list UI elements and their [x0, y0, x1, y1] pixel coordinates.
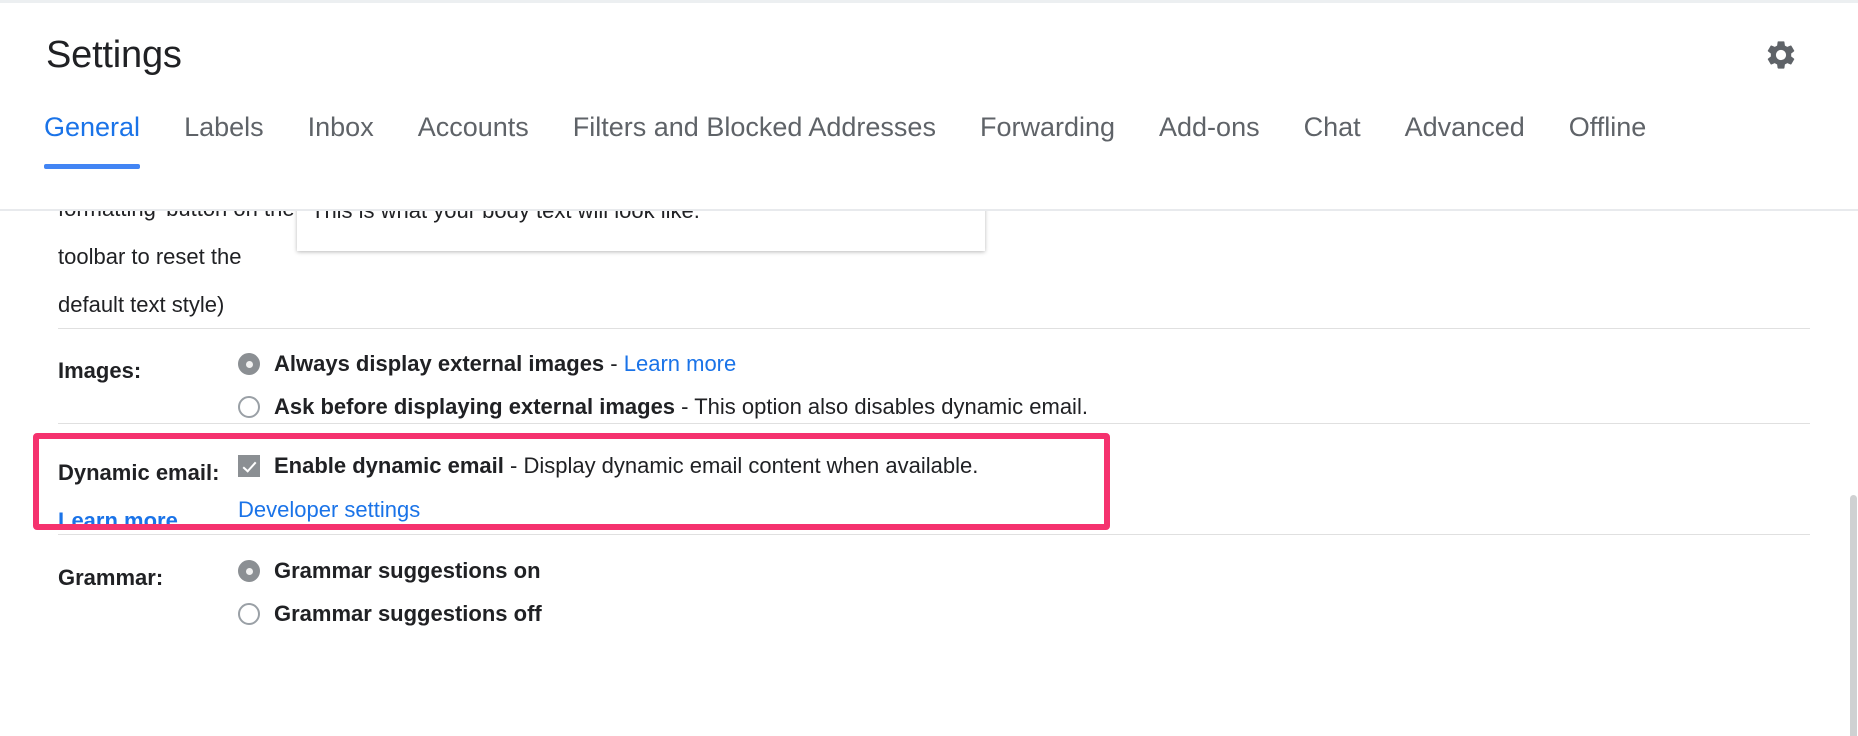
dynamic-email-option-label: Enable dynamic email — [274, 453, 504, 478]
settings-content: formatting' button on the toolbar to res… — [0, 211, 1858, 736]
tab-advanced[interactable]: Advanced — [1405, 107, 1525, 169]
settings-gear-button[interactable] — [1760, 34, 1802, 76]
developer-settings-link[interactable]: Developer settings — [238, 497, 420, 522]
divider-above-images — [58, 328, 1810, 329]
tab-accounts[interactable]: Accounts — [418, 107, 529, 169]
settings-tabbar: General Labels Inbox Accounts Filters an… — [0, 107, 1858, 211]
radio-ask-before-displaying-external-images[interactable] — [238, 396, 260, 418]
text-style-description-line1: formatting' button on the — [58, 211, 308, 233]
text-style-description: formatting' button on the toolbar to res… — [58, 211, 308, 329]
settings-page: Settings General Labels Inbox Accounts F… — [0, 0, 1858, 736]
grammar-option-on[interactable]: Grammar suggestions on — [238, 554, 1818, 588]
images-option-always-display[interactable]: Always display external images - Learn m… — [238, 347, 1818, 381]
tab-inbox[interactable]: Inbox — [308, 107, 374, 169]
radio-grammar-suggestions-on[interactable] — [238, 560, 260, 582]
grammar-option-off[interactable]: Grammar suggestions off — [238, 597, 1818, 631]
dynamic-email-label-col: Dynamic email: Learn more — [0, 449, 238, 545]
grammar-row: Grammar: Grammar suggestions on Grammar … — [0, 554, 1858, 631]
images-option-ask-before-label: Ask before displaying external images — [274, 394, 675, 419]
radio-grammar-suggestions-off[interactable] — [238, 603, 260, 625]
tab-offline[interactable]: Offline — [1569, 107, 1647, 169]
images-label: Images: — [0, 347, 238, 395]
divider-above-dynamic-email — [58, 423, 1810, 424]
dynamic-email-dash: - — [504, 453, 524, 478]
content-scrollbar-track[interactable] — [1849, 211, 1858, 736]
tab-add-ons[interactable]: Add-ons — [1159, 107, 1260, 169]
tab-filters-and-blocked-addresses[interactable]: Filters and Blocked Addresses — [573, 107, 936, 169]
dynamic-email-option-text: Enable dynamic email - Display dynamic e… — [274, 449, 978, 483]
dynamic-email-option-enable[interactable]: Enable dynamic email - Display dynamic e… — [238, 449, 1818, 483]
tab-chat[interactable]: Chat — [1304, 107, 1361, 169]
images-option-ask-before-text: Ask before displaying external images - … — [274, 390, 1088, 424]
images-option-always-display-text: Always display external images - Learn m… — [274, 347, 736, 381]
images-option-ask-before[interactable]: Ask before displaying external images - … — [238, 390, 1818, 424]
text-style-section-clipped: formatting' button on the toolbar to res… — [0, 211, 1858, 331]
dynamic-email-learn-more-link[interactable]: Learn more — [58, 508, 178, 533]
body-text-preview-box[interactable]: This is what your body text will look li… — [297, 211, 985, 251]
divider-above-grammar — [58, 534, 1810, 535]
dynamic-email-row: Dynamic email: Learn more Enable dynamic… — [0, 449, 1858, 545]
images-option2-description: This option also disables dynamic email. — [694, 394, 1088, 419]
images-options: Always display external images - Learn m… — [238, 347, 1858, 424]
images-option-always-display-label: Always display external images — [274, 351, 604, 376]
dynamic-email-label: Dynamic email: — [58, 449, 238, 497]
grammar-label: Grammar: — [0, 554, 238, 602]
radio-always-display-external-images[interactable] — [238, 353, 260, 375]
dynamic-email-options: Enable dynamic email - Display dynamic e… — [238, 449, 1858, 527]
tab-forwarding[interactable]: Forwarding — [980, 107, 1115, 169]
grammar-option-on-label: Grammar suggestions on — [274, 554, 541, 588]
images-learn-more-link[interactable]: Learn more — [624, 351, 737, 376]
dynamic-email-sublinks: Developer settings — [238, 493, 1818, 527]
images-option2-dash: - — [675, 394, 694, 419]
text-style-description-line3: default text style) — [58, 281, 308, 329]
dynamic-email-description: Display dynamic email content when avail… — [523, 453, 978, 478]
tab-general[interactable]: General — [44, 107, 140, 169]
content-scrollbar-thumb[interactable] — [1850, 495, 1857, 736]
body-text-preview-text: This is what your body text will look li… — [311, 211, 700, 223]
text-style-description-line2: toolbar to reset the — [58, 233, 308, 281]
gear-icon — [1764, 38, 1798, 72]
grammar-options: Grammar suggestions on Grammar suggestio… — [238, 554, 1858, 631]
page-title: Settings — [46, 36, 182, 74]
page-header: Settings — [0, 3, 1858, 107]
checkbox-enable-dynamic-email[interactable] — [238, 455, 260, 477]
tab-labels[interactable]: Labels — [184, 107, 264, 169]
images-row: Images: Always display external images -… — [0, 347, 1858, 424]
grammar-option-off-label: Grammar suggestions off — [274, 597, 542, 631]
images-option1-dash: - — [604, 351, 624, 376]
tab-list: General Labels Inbox Accounts Filters an… — [44, 107, 1858, 169]
